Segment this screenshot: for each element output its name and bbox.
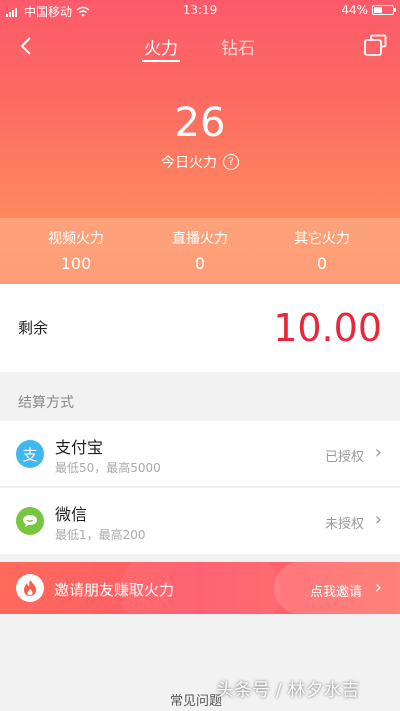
payment-status: 已授权 [324,450,364,465]
stat-value: 100 [60,254,92,273]
chevron-left-icon [20,37,31,55]
settlement-title: 结算方式 [18,395,74,411]
payment-limits: 最低1，最高200 [55,528,146,542]
today-fire-row: 今日火力 ? [0,152,400,172]
invite-text: 邀请朋友赚取火力 [54,581,175,599]
chevron-right-icon: › [374,577,382,598]
faq-link[interactable]: 常见问题 [170,690,222,709]
battery-percent: 44% [341,3,368,17]
help-icon[interactable]: ? [223,154,239,170]
battery-icon [372,5,396,15]
stat-value: 0 [194,254,206,273]
payment-name: 支付宝 [55,438,104,457]
invite-banner[interactable]: 邀请朋友赚取火力 点我邀请 › [0,562,400,614]
stat-label: 视频火力 [48,231,104,247]
top-nav: 火力 钻石 [0,22,400,70]
stat-live: 直播火力 0 [140,228,260,273]
status-bar: 中国移动 13:19 44% [0,0,400,22]
wechat-icon [16,507,44,535]
payment-status: 未授权 [324,517,364,532]
today-fire-value: 26 [174,100,226,146]
payment-name: 微信 [55,505,88,524]
payment-limits: 最低50，最高5000 [55,461,161,475]
stat-label: 直播火力 [172,231,228,247]
balance-card: 剩余 10.00 [0,284,400,372]
active-tab-indicator [142,60,180,62]
tab-diamond[interactable]: 钻石 [221,34,255,59]
battery-fill [374,7,382,13]
invite-button[interactable]: 点我邀请 [310,581,362,600]
alipay-icon: 支 [16,440,44,468]
back-button[interactable] [12,32,40,60]
share-icon [364,34,387,56]
payment-alipay[interactable]: 支 支付宝 最低50，最高5000 已授权 › [0,421,400,487]
stat-label: 其它火力 [294,231,350,247]
status-right: 44% [341,3,396,17]
today-fire-label: 今日火力 [161,155,217,171]
stat-value: 0 [316,254,328,273]
share-button[interactable] [362,34,388,58]
payment-wechat[interactable]: 微信 最低1，最高200 未授权 › [0,488,400,554]
chevron-right-icon: › [374,509,382,530]
balance-amount: 10.00 [273,306,382,350]
stat-video: 视频火力 100 [16,228,136,273]
stat-other: 其它火力 0 [262,228,382,273]
balance-label: 剩余 [18,319,49,337]
tab-fire[interactable]: 火力 [144,34,178,59]
status-time: 13:19 [182,3,218,17]
flame-icon [16,574,44,602]
chevron-right-icon: › [374,442,382,463]
watermark: 头条号 / 林夕水吉 [216,680,360,701]
